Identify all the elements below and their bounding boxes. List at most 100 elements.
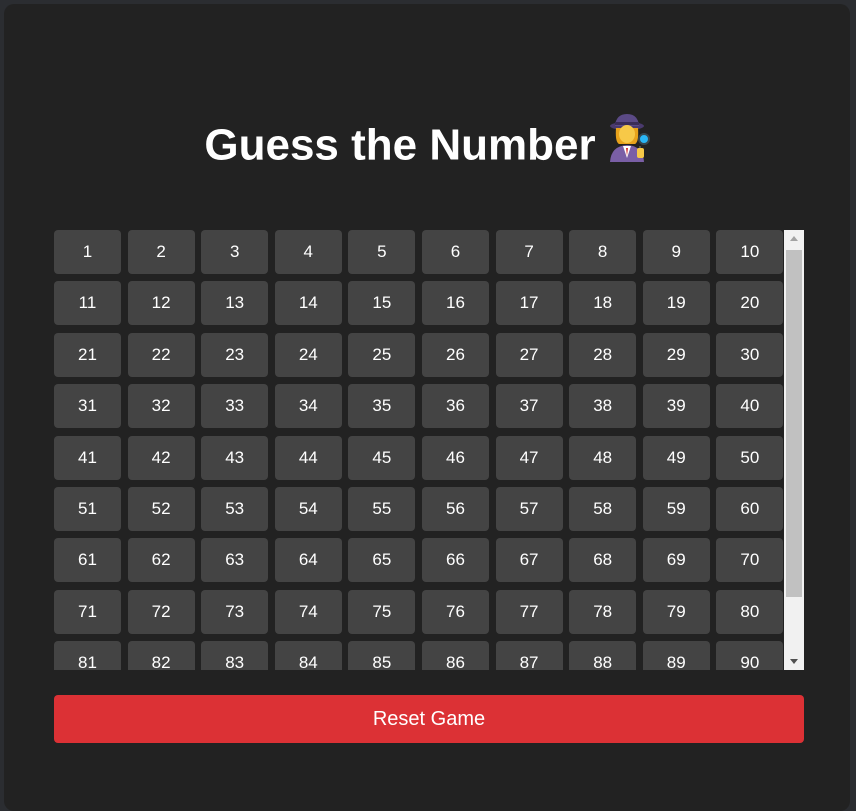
number-cell[interactable]: 55 (348, 486, 416, 531)
number-cell[interactable]: 47 (495, 435, 563, 480)
number-cell[interactable]: 64 (274, 538, 342, 583)
number-cell[interactable]: 11 (54, 281, 121, 326)
number-cell[interactable]: 13 (201, 281, 269, 326)
number-cell[interactable]: 58 (569, 486, 637, 531)
vertical-scrollbar[interactable] (784, 230, 804, 670)
number-cell[interactable]: 18 (569, 281, 637, 326)
number-cell[interactable]: 49 (642, 435, 710, 480)
number-cell[interactable]: 50 (716, 435, 784, 480)
number-cell[interactable]: 61 (54, 538, 121, 583)
number-cell[interactable]: 3 (201, 230, 269, 274)
number-cell[interactable]: 34 (274, 384, 342, 429)
number-cell[interactable]: 31 (54, 384, 121, 429)
number-cell[interactable]: 44 (274, 435, 342, 480)
number-cell[interactable]: 81 (54, 641, 121, 670)
number-cell[interactable]: 56 (421, 486, 489, 531)
number-cell[interactable]: 71 (54, 589, 121, 634)
number-cell[interactable]: 74 (274, 589, 342, 634)
number-cell[interactable]: 43 (201, 435, 269, 480)
number-cell[interactable]: 45 (348, 435, 416, 480)
number-cell[interactable]: 80 (716, 589, 784, 634)
number-cell[interactable]: 10 (716, 230, 784, 274)
number-cell[interactable]: 36 (421, 384, 489, 429)
number-cell[interactable]: 1 (54, 230, 121, 274)
number-cell[interactable]: 21 (54, 332, 121, 377)
number-cell[interactable]: 52 (127, 486, 195, 531)
number-cell[interactable]: 77 (495, 589, 563, 634)
number-cell[interactable]: 53 (201, 486, 269, 531)
number-cell[interactable]: 14 (274, 281, 342, 326)
number-cell[interactable]: 65 (348, 538, 416, 583)
number-cell[interactable]: 19 (642, 281, 710, 326)
number-cell[interactable]: 22 (127, 332, 195, 377)
number-cell[interactable]: 4 (274, 230, 342, 274)
number-cell[interactable]: 86 (421, 641, 489, 670)
number-cell[interactable]: 37 (495, 384, 563, 429)
scrollbar-thumb[interactable] (786, 250, 802, 597)
reset-game-button[interactable]: Reset Game (54, 695, 804, 743)
number-cell[interactable]: 40 (716, 384, 784, 429)
number-cell[interactable]: 85 (348, 641, 416, 670)
number-cell[interactable]: 68 (569, 538, 637, 583)
page-title: Guess the Number (4, 114, 850, 180)
number-cell[interactable]: 82 (127, 641, 195, 670)
number-cell[interactable]: 39 (642, 384, 710, 429)
number-cell[interactable]: 16 (421, 281, 489, 326)
number-cell[interactable]: 73 (201, 589, 269, 634)
number-cell[interactable]: 8 (569, 230, 637, 274)
number-cell[interactable]: 5 (348, 230, 416, 274)
number-cell[interactable]: 57 (495, 486, 563, 531)
number-cell[interactable]: 7 (495, 230, 563, 274)
number-cell[interactable]: 70 (716, 538, 784, 583)
number-cell[interactable]: 66 (421, 538, 489, 583)
number-cell[interactable]: 83 (201, 641, 269, 670)
number-cell[interactable]: 20 (716, 281, 784, 326)
number-cell[interactable]: 33 (201, 384, 269, 429)
number-cell[interactable]: 79 (642, 589, 710, 634)
number-cell[interactable]: 51 (54, 486, 121, 531)
number-cell[interactable]: 35 (348, 384, 416, 429)
number-cell[interactable]: 23 (201, 332, 269, 377)
scroll-up-arrow-icon[interactable] (784, 230, 804, 247)
number-cell[interactable]: 32 (127, 384, 195, 429)
number-cell[interactable]: 59 (642, 486, 710, 531)
number-cell[interactable]: 89 (642, 641, 710, 670)
number-cell[interactable]: 29 (642, 332, 710, 377)
number-cell[interactable]: 41 (54, 435, 121, 480)
number-cell[interactable]: 67 (495, 538, 563, 583)
number-cell[interactable]: 72 (127, 589, 195, 634)
number-cell[interactable]: 28 (569, 332, 637, 377)
number-cell[interactable]: 63 (201, 538, 269, 583)
title-text: Guess the Number (204, 120, 596, 170)
number-cell[interactable]: 88 (569, 641, 637, 670)
number-cell[interactable]: 38 (569, 384, 637, 429)
number-cell[interactable]: 27 (495, 332, 563, 377)
number-cell[interactable]: 78 (569, 589, 637, 634)
number-cell[interactable]: 90 (716, 641, 784, 670)
number-cell[interactable]: 62 (127, 538, 195, 583)
number-cell[interactable]: 42 (127, 435, 195, 480)
number-cell[interactable]: 75 (348, 589, 416, 634)
number-cell[interactable]: 26 (421, 332, 489, 377)
number-cell[interactable]: 76 (421, 589, 489, 634)
number-grid-container[interactable]: 1 2 3 4 5 6 7 8 9 10 11 12 13 14 15 16 17 18 19 20 21 22 23 24 2… (54, 230, 804, 670)
number-cell[interactable]: 54 (274, 486, 342, 531)
scroll-down-arrow-icon[interactable] (784, 653, 804, 670)
number-cell[interactable]: 30 (716, 332, 784, 377)
number-cell[interactable]: 60 (716, 486, 784, 531)
number-cell[interactable]: 24 (274, 332, 342, 377)
number-cell[interactable]: 84 (274, 641, 342, 670)
number-cell[interactable]: 9 (642, 230, 710, 274)
number-grid: 1 2 3 4 5 6 7 8 9 10 11 12 13 14 15 16 17 18 19 20 21 22 23 24 2… (54, 230, 784, 670)
number-cell[interactable]: 69 (642, 538, 710, 583)
number-cell[interactable]: 12 (127, 281, 195, 326)
number-cell[interactable]: 17 (495, 281, 563, 326)
number-cell[interactable]: 48 (569, 435, 637, 480)
number-cell[interactable]: 2 (127, 230, 195, 274)
number-cell[interactable]: 25 (348, 332, 416, 377)
number-cell[interactable]: 46 (421, 435, 489, 480)
detective-icon (606, 112, 650, 176)
number-cell[interactable]: 87 (495, 641, 563, 670)
number-cell[interactable]: 15 (348, 281, 416, 326)
number-cell[interactable]: 6 (421, 230, 489, 274)
